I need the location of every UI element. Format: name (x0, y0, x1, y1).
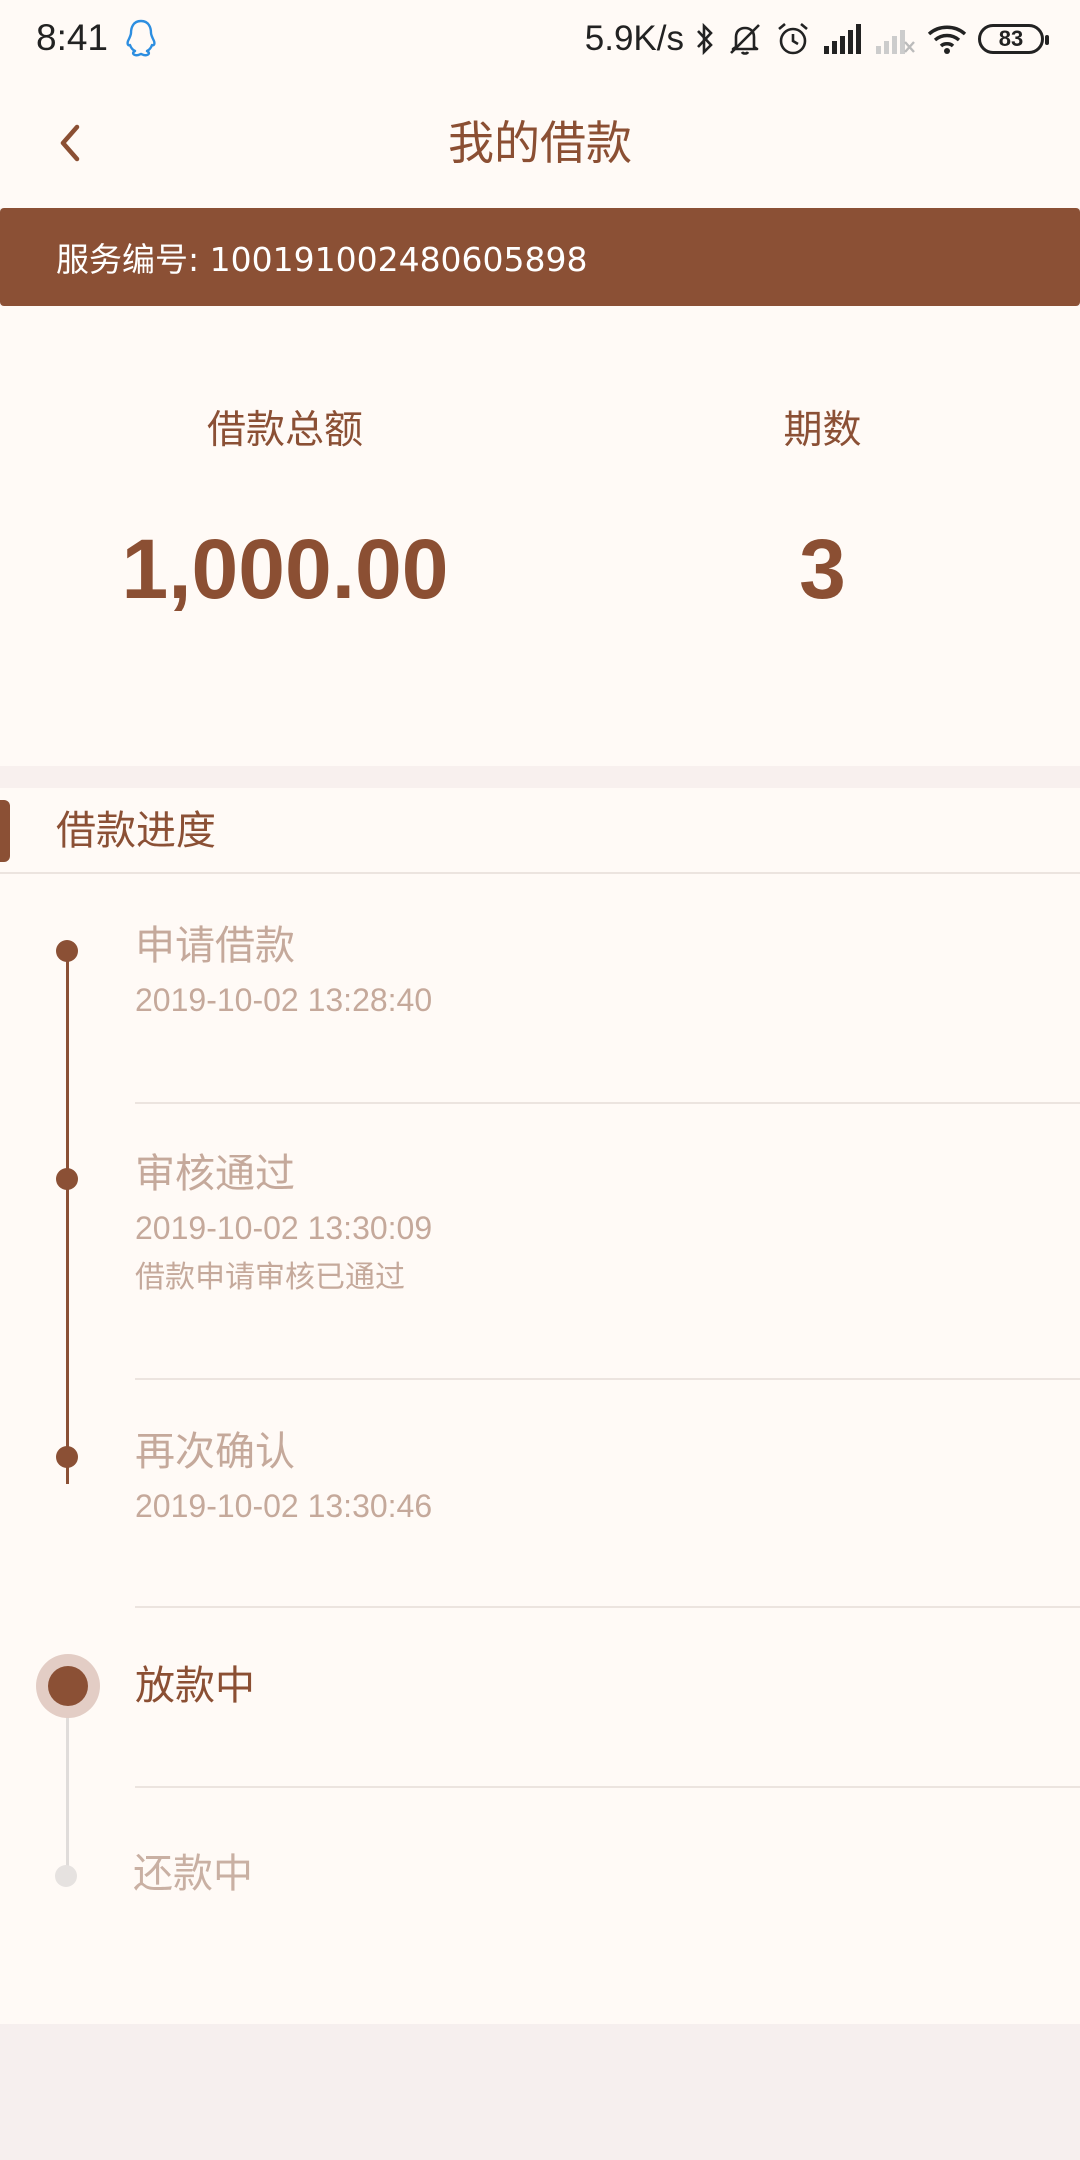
alarm-icon (778, 23, 808, 55)
step-divider (135, 1786, 1080, 1788)
loan-summary: 借款总额 1,000.00 期数 3 (0, 306, 1080, 766)
step-time: 2019-10-02 13:30:09 (135, 1210, 433, 1246)
periods-value: 3 (799, 522, 846, 616)
battery-icon: 83 (978, 24, 1049, 54)
service-banner: 服务编号: 100191002480605898 (0, 208, 1080, 306)
step-divider (135, 1606, 1080, 1608)
timeline-dot-current (36, 1654, 100, 1718)
net-speed: 5.9K/s (584, 19, 684, 58)
step-divider (135, 1102, 1080, 1104)
section-header: 借款进度 (0, 788, 1080, 874)
signal-empty-icon (876, 30, 915, 54)
periods-block: 期数 3 (555, 306, 1080, 614)
signal-icon (824, 24, 861, 54)
bluetooth-icon (697, 22, 713, 56)
wifi-icon (927, 25, 967, 54)
page-title: 我的借款 (448, 116, 632, 170)
timeline-dot-done (56, 1168, 78, 1190)
status-time: 8:41 (36, 17, 109, 58)
section-accent-bar (0, 800, 10, 862)
timeline-line-completed (66, 954, 69, 1484)
step-title: 再次确认 (135, 1429, 295, 1475)
service-number: 服务编号: 100191002480605898 (56, 240, 588, 279)
step-divider (135, 1378, 1080, 1380)
section-title: 借款进度 (56, 808, 216, 854)
app-root: 8:41 5.9K/s 83 我的借款 服务编号: 10019100248060… (0, 0, 1080, 2160)
bottom-area (0, 2024, 1080, 2160)
battery-level: 83 (998, 26, 1024, 51)
step-time: 2019-10-02 13:30:46 (135, 1488, 433, 1524)
periods-label: 期数 (783, 408, 862, 453)
status-right-group: 5.9K/s 83 (584, 14, 1049, 64)
total-amount-value: 1,000.00 (121, 522, 449, 616)
timeline-dot-pending (55, 1865, 77, 1887)
mute-icon (730, 24, 760, 55)
loan-progress-section: 借款进度 申请借款 2019-10-02 13:28:40 审核通过 2019-… (0, 788, 1080, 2024)
timeline-dot-done (56, 1446, 78, 1468)
total-amount-block: 借款总额 1,000.00 (15, 306, 555, 614)
timeline-dot-done (56, 940, 78, 962)
step-note: 借款申请审核已通过 (135, 1260, 405, 1295)
step-time: 2019-10-02 13:28:40 (135, 982, 433, 1018)
step-title: 审核通过 (135, 1151, 295, 1197)
step-title: 还款中 (133, 1851, 253, 1897)
total-amount-label: 借款总额 (206, 408, 363, 453)
step-title: 申请借款 (135, 923, 295, 969)
timeline-line-pending (66, 1694, 69, 1872)
qq-icon (126, 19, 156, 57)
step-title: 放款中 (135, 1663, 255, 1709)
nav-bar: 我的借款 (0, 78, 1080, 208)
status-bar: 8:41 5.9K/s 83 (0, 0, 1080, 78)
